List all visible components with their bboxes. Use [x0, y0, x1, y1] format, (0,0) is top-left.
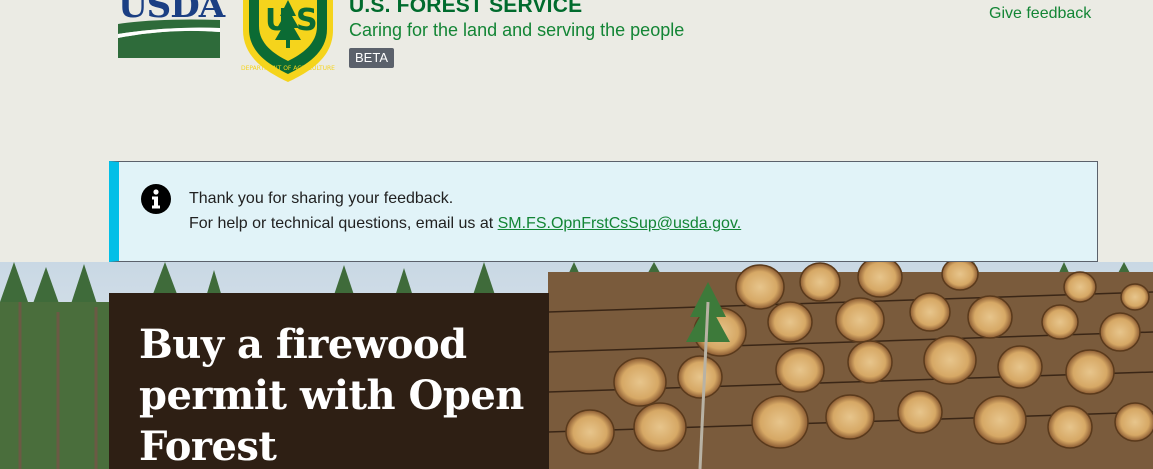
usda-logo[interactable]: USDA: [118, 0, 225, 58]
forest-service-shield-icon[interactable]: U S DEPARTMENT OF AGRICULTURE: [239, 0, 337, 82]
agency-tagline: Caring for the land and serving the peop…: [349, 20, 685, 40]
hero-title-card: Buy a firewood permit with Open Forest: [109, 293, 549, 469]
hero-title: Buy a firewood permit with Open Forest: [139, 321, 524, 469]
hero-section: Buy a firewood permit with Open Forest: [0, 262, 1153, 469]
feedback-alert: Thank you for sharing your feedback. For…: [109, 161, 1098, 262]
beta-badge: BETA: [349, 48, 394, 68]
info-icon: [141, 184, 171, 214]
shield-ring-text: DEPARTMENT OF AGRICULTURE: [241, 65, 335, 72]
alert-message: Thank you for sharing your feedback.: [189, 190, 454, 207]
alert-help-text: For help or technical questions, email u…: [189, 215, 741, 233]
alert-help-prefix: For help or technical questions, email u…: [189, 215, 498, 232]
svg-text:S: S: [296, 3, 318, 38]
give-feedback-link[interactable]: Give feedback: [989, 5, 1091, 23]
usda-field-icon: [118, 19, 220, 58]
support-email-link[interactable]: SM.FS.OpnFrstCsSup@usda.gov.: [498, 215, 742, 232]
agency-name: U.S. FOREST SERVICE: [349, 0, 583, 17]
